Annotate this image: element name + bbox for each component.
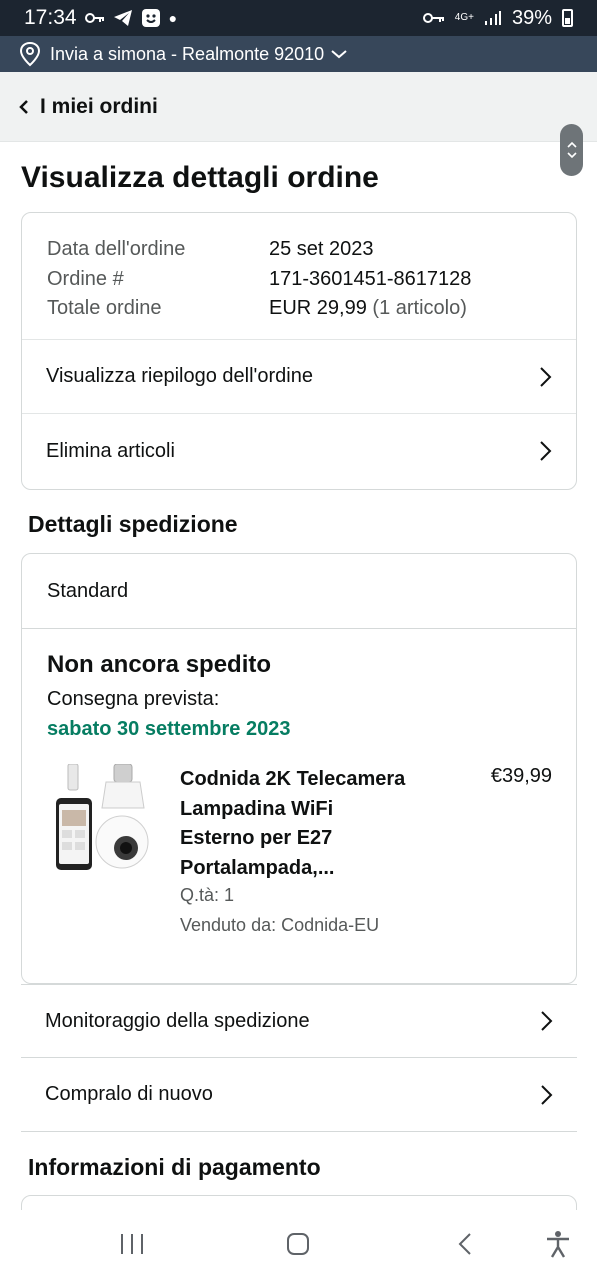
order-total-value: EUR 29,99 — [269, 297, 367, 319]
vpn-key-icon — [422, 13, 444, 23]
buy-again-label: Compralo di nuovo — [45, 1083, 213, 1105]
location-pin-icon — [19, 41, 41, 67]
status-time-overlay: 17:34 — [24, 6, 77, 29]
telegram-icon — [113, 10, 132, 26]
back-nav-icon[interactable] — [456, 1232, 476, 1256]
order-number-value: 171-3601451-8617128 — [269, 267, 472, 290]
dot-icon: ● — [168, 10, 178, 26]
back-link-my-orders[interactable]: I miei ordini — [40, 95, 158, 119]
chevron-up-icon — [566, 141, 577, 148]
shipping-method: Standard — [22, 554, 576, 629]
order-total-label: Totale ordine — [47, 297, 162, 319]
buy-again-link[interactable]: Compralo di nuovo — [21, 1058, 577, 1132]
track-shipment-label: Monitoraggio della spedizione — [45, 1009, 310, 1032]
order-total-items: (1 articolo) — [372, 297, 467, 319]
chevron-right-icon — [541, 1084, 553, 1105]
shipment-status: Non ancora spedito — [47, 651, 272, 678]
battery-icon — [562, 9, 573, 27]
chevron-right-icon — [540, 366, 552, 387]
eta-label: Consegna prevista: — [47, 688, 220, 710]
order-date-label: Data dell'ordine — [47, 238, 186, 260]
product-quantity: Q.tà: 1 — [180, 885, 235, 905]
product-title-line: Codnida 2K Telecamera — [180, 768, 406, 790]
deliver-to-text: Invia a simona - Realmonte 92010 — [50, 43, 325, 64]
track-shipment-link[interactable]: Monitoraggio della spedizione — [21, 984, 577, 1058]
chevron-right-icon — [540, 441, 552, 461]
shipment-card: Standard Non ancora spedito Consegna pre… — [21, 553, 577, 984]
home-icon[interactable] — [286, 1232, 310, 1256]
product-title-line: Esterno per E27 — [180, 827, 333, 849]
order-date-value: 25 set 2023 — [269, 238, 374, 260]
chevron-down-icon — [566, 152, 577, 159]
delete-items-link[interactable]: Elimina articoli — [22, 414, 576, 488]
payment-section-title: Informazioni di pagamento — [28, 1154, 321, 1180]
face-icon — [141, 9, 160, 27]
product-title-line: Lampadina WiFi — [180, 797, 334, 820]
order-number-label: Ordine # — [47, 267, 124, 290]
product-price: €39,99 — [490, 765, 552, 787]
product-title-link[interactable]: Codnida 2K Telecamera Lampadina WiFi Est… — [180, 765, 450, 883]
chevron-right-icon — [541, 1011, 553, 1031]
delete-items-label: Elimina articoli — [46, 439, 175, 462]
order-number-row: Ordine # 171-3601451-8617128 — [47, 265, 551, 295]
key-icon — [84, 13, 104, 23]
page-title: Visualizza dettagli ordine — [21, 161, 379, 194]
product-seller: Venduto da: Codnida-EU — [180, 915, 380, 935]
view-order-summary-label: Visualizza riepilogo dell'ordine — [46, 365, 313, 387]
order-summary-card: Data dell'ordine 25 set 2023 Ordine # 17… — [21, 212, 577, 490]
network-type: 4G+ — [454, 12, 474, 23]
battery-percent: 39% — [511, 6, 552, 29]
scroll-handle[interactable] — [560, 124, 583, 176]
chevron-down-icon — [331, 50, 347, 59]
chevron-left-icon[interactable] — [18, 99, 30, 115]
product-image[interactable] — [54, 764, 150, 872]
signal-icon — [484, 11, 501, 25]
order-info: Data dell'ordine 25 set 2023 Ordine # 17… — [22, 213, 576, 340]
view-order-summary-link[interactable]: Visualizza riepilogo dell'ordine — [22, 340, 576, 414]
accessibility-icon[interactable] — [545, 1230, 571, 1258]
back-header[interactable]: I miei ordini — [0, 72, 597, 142]
order-total-row: Totale ordine EUR 29,99 (1 articolo) — [47, 294, 551, 324]
shipping-section-title: Dettagli spedizione — [28, 511, 238, 537]
eta-date: sabato 30 settembre 2023 — [47, 718, 291, 740]
system-nav-bar — [0, 1210, 597, 1280]
recent-apps-icon[interactable] — [119, 1232, 145, 1256]
order-date-row: Data dell'ordine 25 set 2023 — [47, 235, 551, 265]
status-bar-overlay: 17:34 ● 4G+ 39% — [0, 0, 597, 38]
product-title-line: Portalampada,... — [180, 856, 335, 879]
